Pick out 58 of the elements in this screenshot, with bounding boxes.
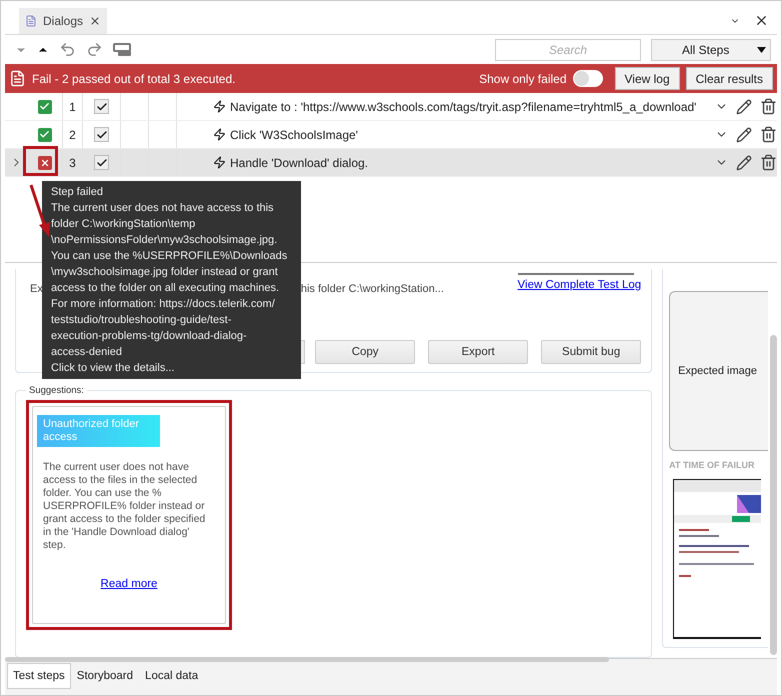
step-checkbox[interactable] — [94, 127, 109, 142]
delete-icon[interactable] — [760, 98, 777, 115]
failed-file-icon — [9, 70, 26, 87]
tooltip-title: Step failed — [51, 185, 104, 200]
action-icon — [213, 128, 226, 141]
test-log-link[interactable]: View Complete Test Log — [518, 279, 642, 291]
action-button[interactable]: Submit bug — [541, 340, 642, 364]
suggestion-text: The current user does not have access to the files in the selected folder. You can use the % USERPROFILE% folder instead or grant access to the folder specified in the 'Handle Download dialog' step. — [42, 460, 206, 552]
document-icon — [25, 14, 37, 28]
action-icon — [213, 100, 226, 113]
step-row[interactable]: 1 Navigate to : 'https://www.w3schools.com/tags/tryit.asp?filename=tryhtml5_a_download' — [5, 93, 777, 121]
step-row[interactable]: 2 Click 'W3SchoolsImage' — [5, 121, 777, 149]
action-button[interactable]: Export — [428, 340, 528, 364]
caret-icon — [757, 46, 766, 52]
bottom-tab[interactable]: Test steps — [7, 663, 71, 689]
step-text: Navigate to : 'https://www.w3schools.com/tags/tryit.asp?filename=tryhtml5_a_download' — [230, 100, 696, 114]
read-more-link[interactable]: Read more — [100, 578, 158, 590]
action-icon — [213, 156, 226, 169]
step-number: 1 — [69, 100, 76, 114]
annotation-arrow — [29, 183, 53, 239]
error-text: Ex — [30, 283, 43, 295]
edit-icon[interactable] — [736, 98, 752, 114]
scrollbar[interactable] — [5, 657, 609, 662]
tooltip-text: The current user does not have access to this folder C:\workingStation\temp \noPermissionsFolder\myw3schoolsimage.jpg. You can use the %USERPROFILE%\Downloads \myw3schoolsimage.jpg folder instead or grant access to the folder on all executing machines. For more information: https://docs.telerik.com/ teststudio/troubleshooting-guide/test- execution-problems-tg/download-dialog- access-denied Click to view the details... — [51, 201, 288, 376]
tab-title: Dialogs — [42, 14, 84, 28]
highlight-box — [23, 146, 58, 176]
redo-icon[interactable] — [86, 41, 103, 58]
status-message: Fail - 2 passed out of total 3 executed. — [32, 72, 236, 86]
step-text: Click 'W3SchoolsImage' — [230, 128, 358, 142]
action-button[interactable]: Copy — [315, 340, 416, 364]
edit-icon[interactable] — [736, 154, 752, 170]
scrollbar[interactable] — [770, 335, 777, 655]
step-checkbox[interactable] — [94, 99, 109, 114]
step-text: Handle 'Download' dialog. — [230, 156, 368, 170]
close-icon[interactable] — [754, 13, 769, 28]
failure-heading: AT TIME OF FAILUR — [669, 459, 754, 471]
step-number: 2 — [69, 128, 76, 142]
delete-icon[interactable] — [760, 154, 777, 171]
step-checkbox[interactable] — [94, 155, 109, 170]
delete-icon[interactable] — [760, 126, 777, 143]
expected-image-label: Expected image — [678, 365, 758, 377]
step-row[interactable]: 3 Handle 'Download' dialog. — [5, 149, 777, 177]
bottom-tab[interactable]: Storyboard — [70, 663, 140, 689]
error-text: his folder C:\workingStation... — [300, 283, 444, 295]
edit-icon[interactable] — [736, 126, 752, 142]
document-tab[interactable]: Dialogs — [19, 8, 107, 34]
step-number: 3 — [69, 156, 76, 170]
search-field[interactable]: Search — [495, 38, 641, 60]
toolbar-button[interactable]: Clear results — [686, 67, 773, 90]
filter-label: Show only failed — [479, 72, 566, 86]
steps-dropdown[interactable]: All Steps — [651, 38, 771, 60]
filter-toggle[interactable] — [572, 70, 602, 87]
bottom-tab[interactable]: Local data — [139, 663, 204, 689]
toolbar-button[interactable]: View log — [614, 67, 680, 90]
undo-icon[interactable] — [59, 41, 76, 58]
suggestion-title: Unauthorized folder access — [37, 415, 160, 447]
display-icon[interactable] — [113, 42, 133, 56]
suggestions-label: Suggestions: — [28, 385, 85, 396]
